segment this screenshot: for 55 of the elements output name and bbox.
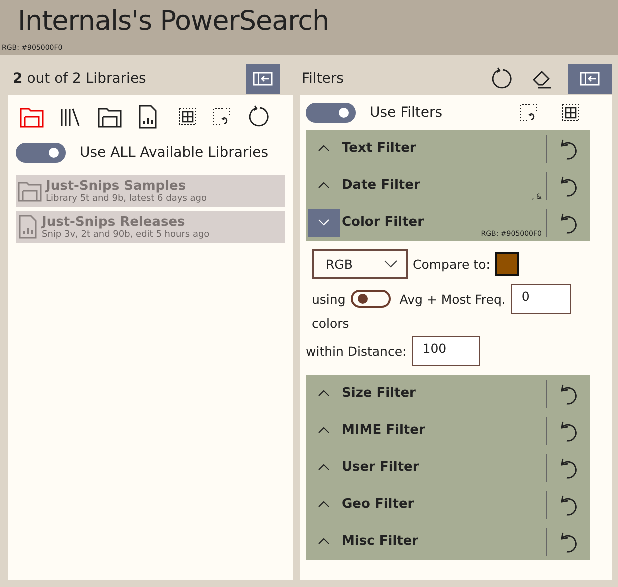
collapse-pane-button[interactable] [246,64,280,94]
library-details: Snip 3v, 2t and 90b, edit 5 hours ago [42,230,210,240]
chevron-down-icon [384,260,398,268]
library-name: Just-Snips Releases [42,214,186,230]
library-books-icon [60,106,82,128]
chart-document-icon [138,105,158,129]
window-title: Internals's PowerSearch [18,5,330,39]
panel-title: Filters [302,70,345,86]
collapse-pane-icon [580,72,600,86]
collapse-pane-icon [253,72,273,86]
library-details: Library 5t and 9b, latest 6 days ago [46,194,207,204]
count-field[interactable]: 0 [510,284,571,314]
chevron-up-icon [318,538,330,545]
undo-selection-icon[interactable] [213,108,231,126]
grid-icon[interactable] [562,104,580,122]
chevron-up-icon [318,145,330,152]
compare-label: Compare to: [413,256,490,272]
distance-field[interactable]: 100 [412,336,480,366]
expand-toggle[interactable] [308,208,340,236]
chevron-up-icon [318,182,330,189]
use-all-toggle[interactable] [16,143,66,163]
libraries-count: 2 out of 2 Libraries [13,70,148,86]
using-toggle[interactable] [350,290,391,308]
filter-title: Color Filter [342,215,426,230]
filter-title: Misc Filter [342,534,420,549]
color-swatch[interactable] [495,252,520,276]
use-filters-toggle[interactable] [306,103,356,123]
filter-title: User Filter [342,460,420,475]
chevron-up-icon [318,501,330,508]
grid-icon[interactable] [179,108,197,126]
library-name: Just-Snips Samples [46,178,188,194]
filter-title: MIME Filter [342,423,426,438]
avg-label: Avg + Most Freq. [400,292,506,306]
toggle-label: Use Filters [370,105,443,121]
filter-title: Date Filter [342,178,422,193]
folder-icon [98,106,122,128]
toggle-label: Use ALL Available Libraries [80,145,269,161]
chevron-up-icon [318,427,330,434]
filter-title: Geo Filter [342,497,416,512]
folder-icon [18,180,42,202]
refresh-icon[interactable] [490,66,514,90]
chevron-up-icon [318,390,330,397]
distance-label: within Distance: [306,344,407,358]
active-folder-icon [20,106,44,128]
collapse-pane-button[interactable] [568,64,612,94]
chevron-up-icon [318,464,330,471]
colors-label: colors [312,316,350,331]
undo-selection-icon[interactable] [520,104,538,122]
filter-title: Text Filter [342,141,418,156]
filter-title: Size Filter [342,386,417,401]
refresh-icon[interactable] [247,105,271,129]
color-mode-dropdown[interactable]: RGB [312,249,408,279]
chart-document-icon [18,215,38,239]
chevron-down-icon [318,219,330,226]
using-label: using [312,292,346,306]
